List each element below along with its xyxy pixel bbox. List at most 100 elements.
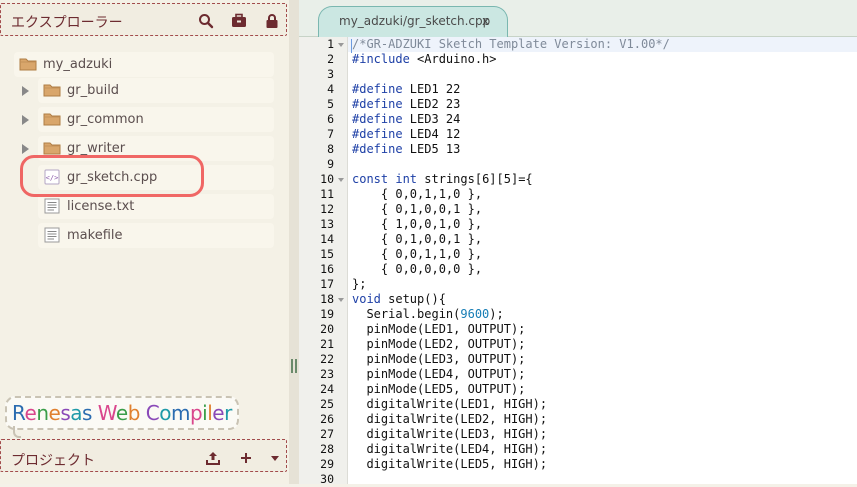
text-cursor <box>351 39 352 53</box>
folder-icon <box>19 56 37 72</box>
search-icon[interactable] <box>198 13 214 29</box>
line-number: 15 <box>320 247 334 261</box>
code-line[interactable]: #include <Arduino.h> <box>352 52 497 67</box>
line-number: 21 <box>320 337 334 351</box>
tab-close-button[interactable]: x <box>482 14 489 28</box>
code-line[interactable]: { 1,0,0,1,0 }, <box>352 217 482 232</box>
tree-item-label: my_adzuki <box>43 57 113 72</box>
code-line[interactable]: { 0,1,0,0,1 }, <box>352 202 482 217</box>
tree-item-label: gr_writer <box>67 141 126 156</box>
tree-item-my-adzuki[interactable]: my_adzuki <box>14 52 274 77</box>
code-line[interactable]: digitalWrite(LED2, HIGH); <box>352 412 547 427</box>
code-editor: my_adzuki/gr_sketch.cpp x 1 2 3 4 5 6 7 8 9 10 11 1… <box>299 0 857 486</box>
fold-toggle-icon[interactable] <box>338 298 344 302</box>
code-line[interactable]: digitalWrite(LED3, HIGH); <box>352 427 547 442</box>
line-number: 10 <box>320 172 334 186</box>
tab-gr-sketch[interactable]: my_adzuki/gr_sketch.cpp x <box>318 6 508 37</box>
line-number: 16 <box>320 262 334 276</box>
line-number-gutter: 1 2 3 4 5 6 7 8 9 10 11 12 13 14 15 16 17 18 19 20 21 22 23 24 2… <box>299 37 348 486</box>
code-line[interactable]: Serial.begin(9600); <box>352 307 503 322</box>
code-area[interactable]: /*GR-ADZUKI Sketch Template Version: V1.… <box>348 37 857 484</box>
svg-text:</>: </> <box>46 174 59 182</box>
code-line[interactable]: pinMode(LED1, OUTPUT); <box>352 322 525 337</box>
line-number: 19 <box>320 307 334 321</box>
folder-icon <box>43 140 61 156</box>
tree-item-label: makefile <box>67 228 123 243</box>
project-header: プロジェクト <box>0 439 287 472</box>
tree-item-license-txt[interactable]: license.txt <box>38 194 274 219</box>
line-number: 27 <box>320 427 334 441</box>
line-number: 2 <box>327 52 334 66</box>
code-line[interactable]: /*GR-ADZUKI Sketch Template Version: V1.… <box>352 37 670 52</box>
code-line[interactable]: const int strings[6][5]={ <box>352 172 533 187</box>
code-line[interactable]: #define LED1 22 <box>352 82 460 97</box>
line-number: 6 <box>327 112 334 126</box>
line-number: 3 <box>327 67 334 81</box>
code-line[interactable]: { 0,0,1,1,0 }, <box>352 247 482 262</box>
line-number: 29 <box>320 457 334 471</box>
tree-item-gr-common[interactable]: gr_common <box>38 107 274 132</box>
tree-item-label: gr_build <box>67 83 120 98</box>
tree-item-makefile[interactable]: makefile <box>38 223 274 248</box>
fold-toggle-icon[interactable] <box>338 178 344 182</box>
code-line[interactable]: pinMode(LED3, OUTPUT); <box>352 352 525 367</box>
code-line[interactable]: { 0,1,0,0,1 }, <box>352 232 482 247</box>
text-file-icon <box>43 227 61 243</box>
explorer-sidebar: エクスプローラー my_adzuki gr_build gr_common gr_wr… <box>0 0 289 484</box>
code-line[interactable]: pinMode(LED2, OUTPUT); <box>352 337 525 352</box>
line-number: 23 <box>320 367 334 381</box>
splitter-grip[interactable] <box>291 359 297 373</box>
tab-label: my_adzuki/gr_sketch.cpp <box>339 14 491 28</box>
fold-toggle-icon[interactable] <box>338 43 344 47</box>
tree-item-gr-build[interactable]: gr_build <box>38 78 274 103</box>
line-number: 13 <box>320 217 334 231</box>
line-number: 24 <box>320 382 334 396</box>
lock-icon[interactable] <box>264 13 280 29</box>
line-number: 9 <box>327 157 334 171</box>
code-line[interactable]: #define LED5 13 <box>352 142 460 157</box>
line-number: 4 <box>327 82 334 96</box>
code-line[interactable]: #define LED3 24 <box>352 112 460 127</box>
line-number: 22 <box>320 352 334 366</box>
tree-item-gr-writer[interactable]: gr_writer <box>38 136 274 161</box>
folder-icon <box>43 82 61 98</box>
line-number: 11 <box>320 187 334 201</box>
line-number: 17 <box>320 277 334 291</box>
code-line[interactable]: pinMode(LED5, OUTPUT); <box>352 382 525 397</box>
project-title: プロジェクト <box>11 453 95 469</box>
code-line[interactable]: digitalWrite(LED5, HIGH); <box>352 457 547 472</box>
explorer-header: エクスプローラー <box>0 3 287 36</box>
panel-splitter[interactable] <box>289 0 299 484</box>
code-line[interactable]: digitalWrite(LED4, HIGH); <box>352 442 547 457</box>
caret-down-icon[interactable] <box>267 450 283 466</box>
tab-bar: my_adzuki/gr_sketch.cpp x <box>299 0 857 37</box>
line-number: 20 <box>320 322 334 336</box>
line-number: 28 <box>320 442 334 456</box>
logo-tail <box>13 426 21 438</box>
tree-item-label: gr_sketch.cpp <box>67 170 158 185</box>
code-line[interactable]: #define LED4 12 <box>352 127 460 142</box>
code-line[interactable]: void setup(){ <box>352 292 446 307</box>
code-line[interactable]: pinMode(LED4, OUTPUT); <box>352 367 525 382</box>
line-number: 25 <box>320 397 334 411</box>
code-line[interactable]: digitalWrite(LED1, HIGH); <box>352 397 547 412</box>
line-number: 1 <box>327 37 334 51</box>
line-number: 7 <box>327 127 334 141</box>
tree-item-gr-sketch-cpp[interactable]: </> gr_sketch.cpp <box>38 165 274 190</box>
code-line[interactable]: { 0,0,1,1,0 }, <box>352 187 482 202</box>
briefcase-icon[interactable] <box>231 13 247 29</box>
code-line[interactable]: { 0,0,0,0,0 }, <box>352 262 482 277</box>
code-file-icon: </> <box>43 169 61 185</box>
upload-icon[interactable] <box>205 450 221 466</box>
line-number: 14 <box>320 232 334 246</box>
line-number: 18 <box>320 292 334 306</box>
code-line[interactable]: }; <box>352 277 366 292</box>
line-number: 30 <box>320 472 334 486</box>
plus-icon[interactable] <box>238 450 254 466</box>
code-line[interactable]: #define LED2 23 <box>352 97 460 112</box>
expand-arrow-icon[interactable] <box>22 115 29 125</box>
tree-item-label: gr_common <box>67 112 144 127</box>
expand-arrow-icon[interactable] <box>22 86 29 96</box>
expand-arrow-icon[interactable] <box>22 144 29 154</box>
tree-item-label: license.txt <box>67 199 135 214</box>
